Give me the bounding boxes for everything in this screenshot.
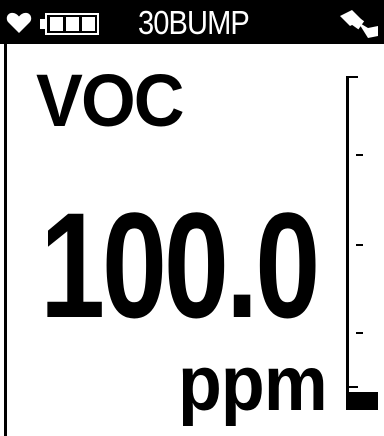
heart-icon [6,12,32,33]
bump-sensor-icon [340,10,378,38]
bar-graph-tick [356,154,363,156]
bar-graph-tick [356,332,363,334]
bar-graph-fill [346,392,378,410]
bar-graph-tick-top [346,76,358,78]
instrument-display: 30BUMP VOC 100.0 ppm [0,0,384,436]
battery-icon [40,13,99,35]
status-message: 30BUMP [138,4,250,41]
bar-graph-tick [356,244,363,246]
reading-unit: ppm [178,339,328,427]
gas-reading: 100.0 [40,181,320,349]
bar-graph-tick-bottom [346,386,358,388]
gas-name: VOC [36,59,185,142]
display-left-border [4,44,7,436]
bar-graph [340,70,384,418]
status-bar: 30BUMP [0,0,384,44]
bar-graph-axis [346,76,349,410]
